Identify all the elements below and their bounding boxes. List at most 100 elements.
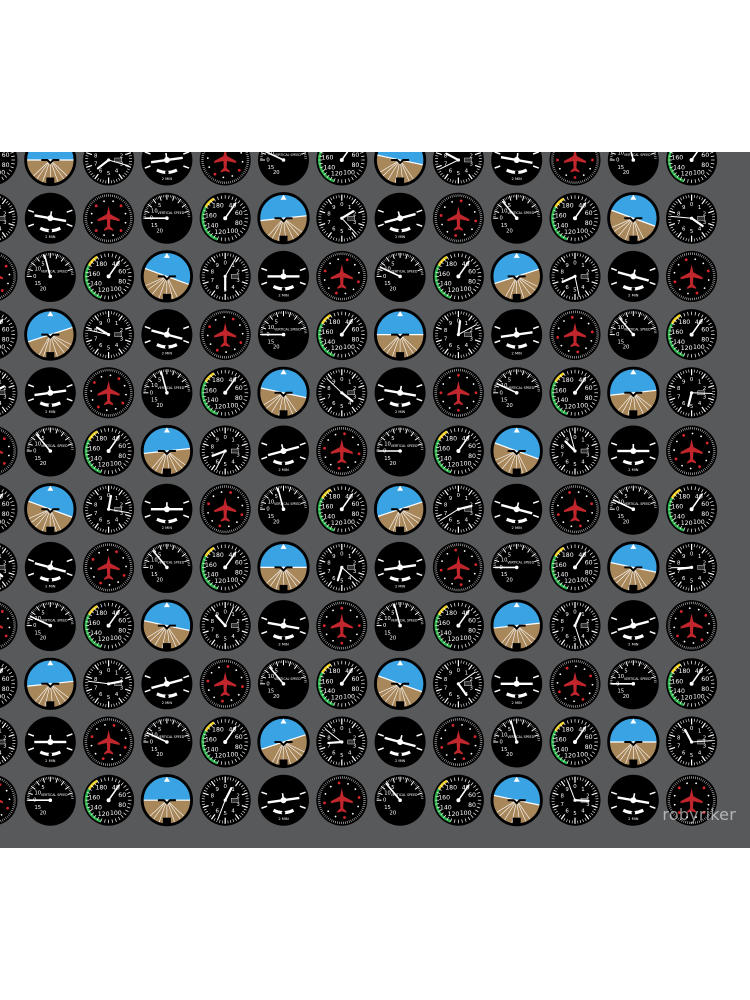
- svg-text:6: 6: [99, 343, 103, 349]
- vertical-speed-gauge-icon: 10520150VERTICAL SPEED: [141, 192, 193, 244]
- svg-text:100: 100: [576, 402, 588, 409]
- svg-text:80: 80: [351, 162, 359, 169]
- vertical-speed-gauge-icon: 10520150VERTICAL SPEED: [491, 541, 543, 593]
- svg-text:80: 80: [585, 395, 593, 402]
- vertical-speed-gauge-icon: 10520150VERTICAL SPEED: [374, 774, 426, 826]
- svg-text:6: 6: [99, 518, 103, 524]
- svg-text:0: 0: [690, 202, 694, 208]
- airspeed-gauge-icon: 180401606014080120100: [432, 600, 484, 652]
- svg-text:180: 180: [212, 552, 224, 559]
- airspeed-gauge-icon: 180401606014080120100: [199, 541, 251, 593]
- heading-gauge-icon: [83, 716, 135, 768]
- svg-text:20: 20: [390, 461, 397, 467]
- vertical-speed-gauge-icon: 10520150VERTICAL SPEED: [374, 425, 426, 477]
- heading-gauge-icon: [199, 483, 251, 535]
- svg-text:160: 160: [438, 271, 450, 278]
- vertical-speed-gauge-icon: 10520150VERTICAL SPEED: [491, 716, 543, 768]
- svg-text:4: 4: [698, 401, 702, 407]
- airspeed-gauge-icon: 180401606014080120100: [83, 250, 135, 302]
- svg-text:100: 100: [110, 286, 122, 293]
- svg-text:20: 20: [506, 228, 513, 234]
- svg-text:3: 3: [3, 394, 6, 400]
- svg-text:9: 9: [565, 263, 569, 269]
- svg-text:60: 60: [701, 327, 709, 334]
- svg-text:0: 0: [500, 390, 503, 396]
- svg-text:1: 1: [0, 379, 2, 385]
- svg-text:2 MIN: 2 MIN: [278, 468, 289, 472]
- svg-text:100: 100: [343, 519, 355, 526]
- svg-text:0: 0: [616, 507, 619, 513]
- svg-text:6: 6: [682, 227, 686, 233]
- svg-text:80: 80: [351, 511, 359, 518]
- svg-text:100: 100: [343, 344, 355, 351]
- svg-text:60: 60: [351, 152, 359, 159]
- svg-text:80: 80: [468, 453, 476, 460]
- svg-text:5: 5: [275, 494, 278, 500]
- turn-coordinator-gauge-icon: 2 MIN: [141, 658, 193, 710]
- svg-text:8: 8: [677, 386, 681, 392]
- svg-text:120: 120: [681, 345, 693, 352]
- svg-text:4: 4: [115, 518, 119, 524]
- svg-text:VERTICAL SPEED: VERTICAL SPEED: [391, 269, 418, 273]
- heading-gauge-icon: [432, 367, 484, 419]
- airspeed-gauge-icon: 180401606014080120100: [83, 774, 135, 826]
- altimeter-gauge-icon: 0123456789: [316, 367, 368, 419]
- svg-text:100: 100: [0, 344, 5, 351]
- svg-text:3: 3: [703, 220, 706, 226]
- svg-text:5: 5: [391, 261, 394, 267]
- svg-text:20: 20: [273, 345, 280, 351]
- turn-coordinator-gauge-icon: 2 MIN: [141, 309, 193, 361]
- svg-text:180: 180: [562, 377, 574, 384]
- svg-text:2 MIN: 2 MIN: [628, 293, 639, 297]
- altimeter-gauge-icon: 0123456789: [316, 192, 368, 244]
- svg-text:7: 7: [444, 336, 447, 342]
- svg-text:4: 4: [465, 168, 469, 174]
- airspeed-gauge-icon: 180401606014080120100: [666, 483, 718, 535]
- svg-text:80: 80: [701, 511, 709, 518]
- svg-text:9: 9: [332, 205, 336, 211]
- svg-text:0: 0: [223, 435, 227, 441]
- svg-text:2 MIN: 2 MIN: [512, 177, 523, 181]
- svg-text:7: 7: [94, 162, 97, 168]
- svg-text:20: 20: [156, 403, 163, 409]
- svg-text:6: 6: [332, 227, 336, 233]
- vertical-speed-gauge-icon: 10520150VERTICAL SPEED: [607, 483, 659, 535]
- svg-text:VERTICAL SPEED: VERTICAL SPEED: [391, 444, 418, 448]
- altimeter-gauge-icon: 0123456789: [316, 716, 368, 768]
- airspeed-gauge-icon: 180401606014080120100: [549, 541, 601, 593]
- svg-text:2 MIN: 2 MIN: [395, 410, 406, 414]
- altimeter-gauge-icon: 0123456789: [432, 658, 484, 710]
- svg-text:100: 100: [693, 344, 705, 351]
- vertical-speed-gauge-icon: 10520150VERTICAL SPEED: [141, 716, 193, 768]
- svg-text:7: 7: [211, 278, 214, 284]
- altimeter-gauge-icon: 0123456789: [199, 600, 251, 652]
- svg-text:4: 4: [698, 227, 702, 233]
- svg-text:15: 15: [34, 281, 41, 287]
- svg-text:160: 160: [438, 445, 450, 452]
- svg-text:5: 5: [340, 404, 343, 410]
- svg-text:60: 60: [2, 152, 10, 159]
- svg-text:1: 1: [581, 438, 584, 444]
- altimeter-gauge-icon: 0123456789: [199, 774, 251, 826]
- svg-text:120: 120: [214, 229, 226, 236]
- altimeter-gauge-icon: 0123456789: [199, 250, 251, 302]
- svg-text:3: 3: [470, 336, 473, 342]
- svg-text:VERTICAL SPEED: VERTICAL SPEED: [624, 153, 651, 157]
- svg-text:100: 100: [576, 228, 588, 235]
- svg-text:60: 60: [118, 443, 126, 450]
- svg-text:80: 80: [235, 395, 243, 402]
- vertical-speed-gauge-icon: 10520150VERTICAL SPEED: [258, 658, 309, 710]
- turn-coordinator-gauge-icon: 2 MIN: [258, 425, 309, 477]
- turn-coordinator-gauge-icon: 2 MIN: [141, 483, 193, 535]
- vertical-speed-gauge-icon: 10520150VERTICAL SPEED: [491, 192, 543, 244]
- svg-text:VERTICAL SPEED: VERTICAL SPEED: [507, 386, 534, 390]
- svg-text:5: 5: [107, 520, 110, 526]
- svg-text:9: 9: [449, 152, 453, 153]
- svg-text:9: 9: [216, 438, 220, 444]
- svg-text:120: 120: [98, 287, 110, 294]
- vertical-speed-gauge-icon: 10520150VERTICAL SPEED: [24, 600, 76, 652]
- svg-text:60: 60: [235, 210, 243, 217]
- svg-text:5: 5: [107, 171, 110, 177]
- svg-text:8: 8: [327, 386, 331, 392]
- turn-coordinator-gauge-icon: 2 MIN: [374, 716, 426, 768]
